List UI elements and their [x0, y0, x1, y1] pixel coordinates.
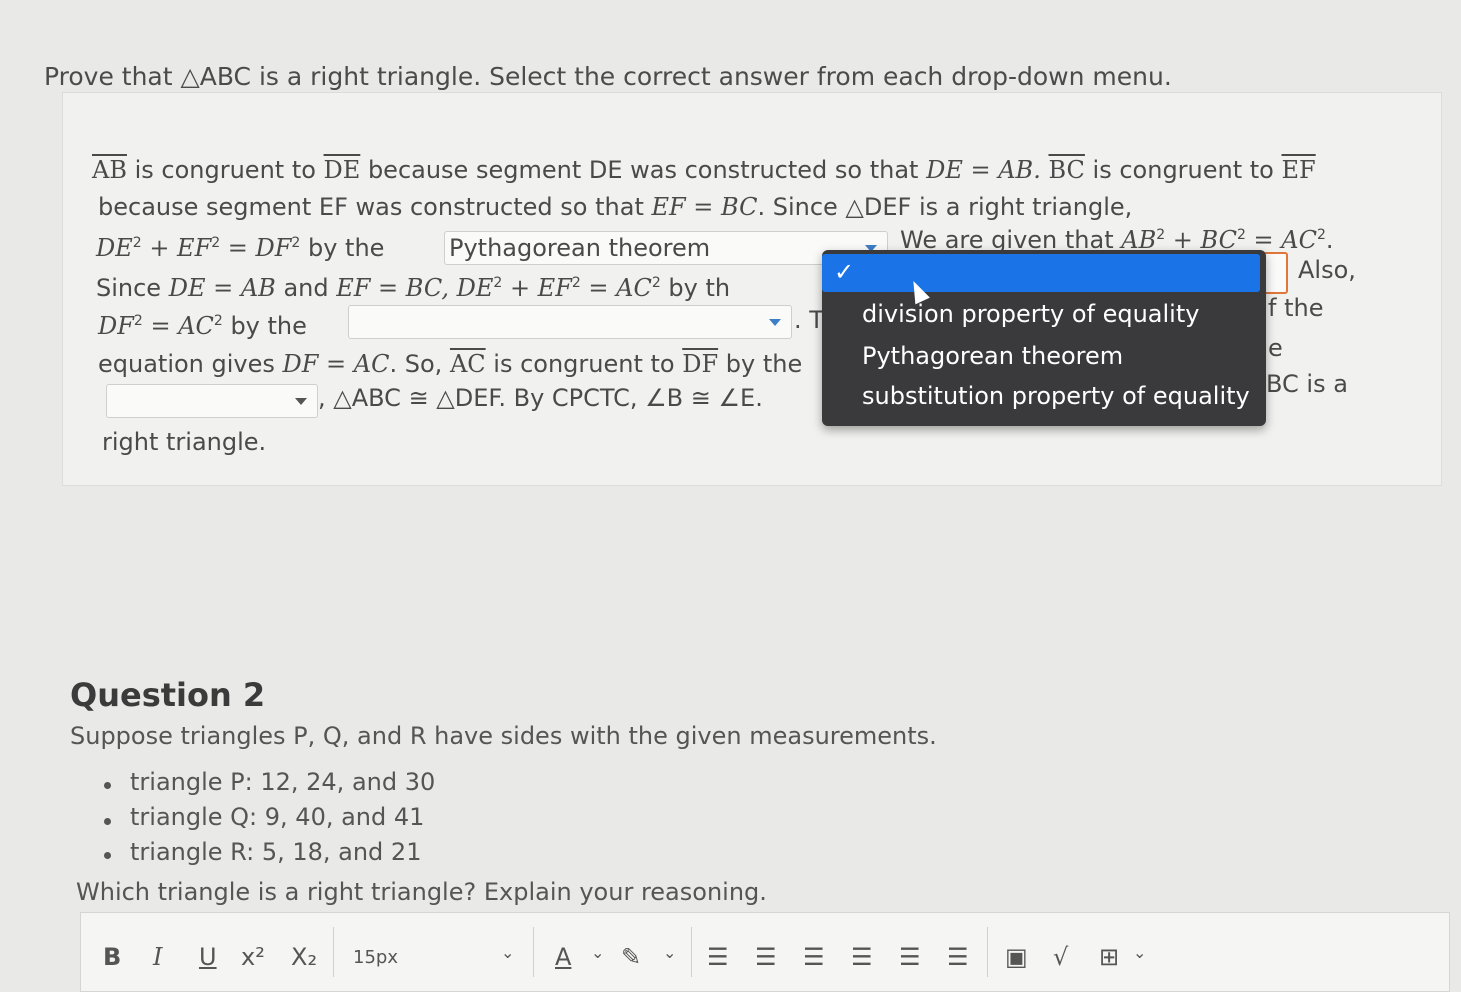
- dropdown-option-pythagorean[interactable]: Pythagorean theorem: [862, 342, 1123, 370]
- toolbar-divider: [533, 927, 534, 977]
- bullet-icon: [104, 852, 111, 859]
- align-right-icon[interactable]: ☰: [947, 943, 969, 971]
- highlight-icon[interactable]: ✎: [621, 943, 641, 971]
- proof-line-5c: f the: [1268, 294, 1324, 322]
- proof-line-8: right triangle.: [102, 428, 267, 456]
- chevron-down-icon[interactable]: ⌄: [591, 943, 604, 962]
- proof-line-2: because segment EF was constructed so th…: [98, 193, 1133, 221]
- proof-line-5a: DF2 = AC2 by the: [98, 312, 307, 340]
- proof-line-6a: equation gives DF = AC. So, AC is congru…: [98, 350, 803, 378]
- proof-line-3a: DE2 + EF2 = DF2 by the: [96, 234, 385, 262]
- dropdown-option-substitution[interactable]: substitution property of equality: [862, 382, 1250, 410]
- table-icon[interactable]: ⊞: [1099, 943, 1119, 971]
- align-left-icon[interactable]: ☰: [851, 943, 873, 971]
- image-icon[interactable]: ▣: [1005, 943, 1028, 971]
- bold-button[interactable]: B: [103, 943, 121, 971]
- proof-line-6b: e: [1268, 334, 1283, 362]
- dropdown-option-division[interactable]: division property of equality: [862, 300, 1199, 328]
- dropdown-select-4[interactable]: [106, 384, 318, 418]
- bullet-icon: [104, 782, 111, 789]
- proof-line-4a: Since DE = AB and EF = BC, DE2 + EF2 = A…: [96, 274, 731, 302]
- chevron-down-icon[interactable]: ⌄: [501, 943, 514, 962]
- chevron-down-icon[interactable]: ⌄: [663, 943, 676, 962]
- chevron-down-icon: [769, 319, 781, 326]
- dropdown-option-blank[interactable]: ✓: [822, 254, 1260, 292]
- proof-line-1: AB is congruent to DE because segment DE…: [92, 156, 1316, 184]
- math-icon[interactable]: √: [1053, 943, 1068, 971]
- proof-line-4b: Also,: [1298, 256, 1356, 284]
- question-2-ask: Which triangle is a right triangle? Expl…: [76, 878, 767, 906]
- text-color-button[interactable]: A: [555, 943, 571, 971]
- bullet-icon: [104, 818, 111, 825]
- subscript-button[interactable]: X₂: [291, 943, 317, 971]
- chevron-down-icon[interactable]: ⌄: [1133, 943, 1146, 962]
- font-size-select[interactable]: 15px: [353, 947, 398, 968]
- toolbar-divider: [691, 927, 692, 977]
- bullet-list-icon[interactable]: ☰: [707, 943, 729, 971]
- align-center-icon[interactable]: ☰: [899, 943, 921, 971]
- checkmark-icon: ✓: [834, 258, 855, 286]
- proof-line-7a: , △ABC ≅ △DEF. By CPCTC, ∠B ≅ ∠E.: [318, 384, 763, 412]
- list-item: triangle Q: 9, 40, and 41: [130, 803, 425, 831]
- superscript-button[interactable]: x²: [241, 943, 265, 971]
- numbered-list-icon[interactable]: ☰: [755, 943, 777, 971]
- chevron-down-icon: [295, 398, 307, 405]
- italic-button[interactable]: I: [153, 943, 162, 971]
- question-2-intro: Suppose triangles P, Q, and R have sides…: [70, 722, 937, 750]
- dropdown-menu: ✓ division property of equality Pythagor…: [822, 250, 1266, 426]
- list-item: triangle R: 5, 18, and 21: [130, 838, 422, 866]
- question-2-title: Question 2: [70, 676, 266, 714]
- dropdown-select-3[interactable]: [348, 305, 792, 339]
- list-item: triangle P: 12, 24, and 30: [130, 768, 436, 796]
- editor-toolbar: B I U x² X₂ 15px ⌄ A ⌄ ✎ ⌄ ☰ ☰ ☰ ☰ ☰ ☰ ▣…: [80, 912, 1450, 992]
- toolbar-divider: [333, 927, 334, 977]
- indent-icon[interactable]: ☰: [803, 943, 825, 971]
- toolbar-divider: [987, 927, 988, 977]
- underline-button[interactable]: U: [199, 943, 217, 971]
- proof-line-7b: BC is a: [1266, 370, 1348, 398]
- proof-line-5b: . T: [794, 306, 824, 334]
- question-prompt: Prove that △ABC is a right triangle. Sel…: [44, 62, 1172, 91]
